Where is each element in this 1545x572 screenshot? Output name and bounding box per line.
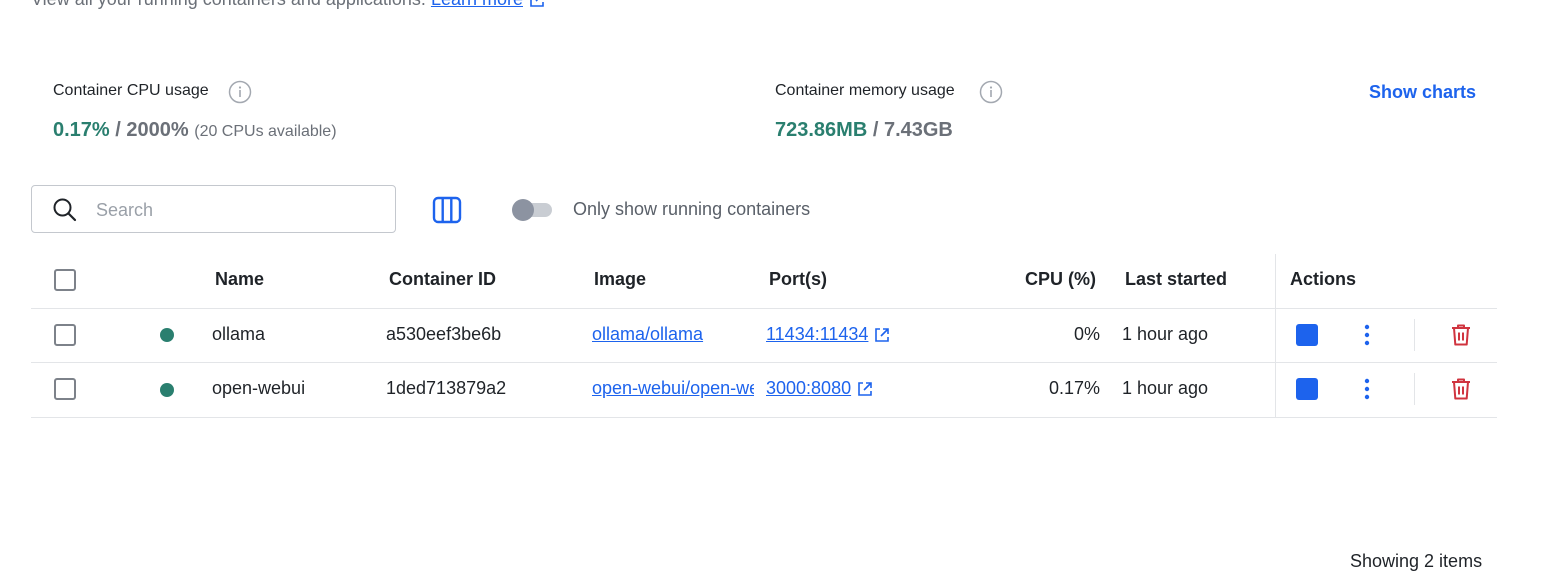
- external-link-icon[interactable]: [856, 380, 874, 398]
- more-options-icon[interactable]: [1363, 324, 1371, 346]
- running-only-label: Only show running containers: [573, 199, 811, 219]
- status-running-dot: [160, 328, 174, 342]
- row-checkbox[interactable]: [54, 324, 76, 346]
- image-link[interactable]: ollama/ollama: [592, 324, 703, 344]
- cpu-value: 0%: [1073, 324, 1100, 344]
- container-id: 1ded713879a2: [386, 378, 507, 398]
- cpu-usage-label: Container CPU usage: [53, 82, 209, 99]
- status-running-dot: [160, 383, 174, 397]
- memory-used: 723.86MB: [775, 119, 868, 141]
- more-options-icon[interactable]: [1363, 378, 1371, 400]
- stop-button[interactable]: [1296, 378, 1318, 400]
- memory-separator: /: [867, 119, 884, 141]
- column-header-actions: Actions: [1290, 269, 1357, 289]
- table-bottom-border: [31, 417, 1497, 418]
- select-all-checkbox[interactable]: [54, 269, 76, 291]
- port-cell: 11434:11434: [766, 324, 891, 345]
- search-box[interactable]: [31, 185, 396, 233]
- last-started: 1 hour ago: [1122, 378, 1209, 398]
- image-link[interactable]: open-webui/open-webui: [592, 378, 754, 398]
- show-charts-button[interactable]: Show charts: [1369, 82, 1476, 103]
- cpu-value: 0.17%: [1048, 378, 1100, 398]
- running-only-toggle[interactable]: [512, 198, 554, 222]
- actions-separator: [1414, 319, 1415, 351]
- columns-icon[interactable]: [430, 195, 464, 225]
- memory-total: 7.43GB: [883, 119, 953, 141]
- row-checkbox[interactable]: [54, 378, 76, 400]
- actions-column-divider: [1275, 254, 1276, 417]
- cpu-separator: /: [109, 119, 127, 141]
- column-header-container-id[interactable]: Container ID: [389, 269, 496, 290]
- cpu-total: 2000%: [126, 119, 189, 141]
- delete-icon[interactable]: [1450, 323, 1472, 347]
- header-divider: [31, 308, 1497, 309]
- row-divider: [31, 362, 1497, 363]
- actions-separator: [1414, 373, 1415, 405]
- cpu-used: 0.17%: [53, 119, 110, 141]
- column-header-last-started[interactable]: Last started: [1125, 269, 1227, 290]
- toggle-knob: [512, 199, 534, 221]
- page-subtitle: View all your running containers and app…: [31, 0, 546, 10]
- external-link-icon[interactable]: [873, 326, 891, 344]
- items-count: Showing 2 items: [1350, 551, 1483, 571]
- port-cell: 3000:8080: [766, 378, 874, 399]
- column-header-name[interactable]: Name: [215, 269, 264, 290]
- port-link[interactable]: 11434:11434: [766, 324, 868, 344]
- subtitle-text: View all your running containers and app…: [31, 0, 426, 9]
- last-started: 1 hour ago: [1122, 324, 1209, 344]
- cpu-info-icon[interactable]: [228, 80, 252, 104]
- column-header-cpu[interactable]: CPU (%): [1025, 269, 1096, 290]
- memory-usage-label: Container memory usage: [775, 82, 955, 99]
- container-name[interactable]: ollama: [212, 324, 265, 345]
- external-link-icon: [530, 0, 544, 8]
- container-name[interactable]: open-webui: [212, 378, 305, 399]
- container-id: a530eef3be6b: [386, 324, 502, 344]
- search-input[interactable]: [94, 196, 388, 224]
- learn-more-link[interactable]: Learn more: [431, 0, 523, 9]
- memory-usage-value: 723.86MB / 7.43GB: [775, 119, 953, 142]
- port-link[interactable]: 3000:8080: [766, 378, 851, 398]
- memory-info-icon[interactable]: [979, 80, 1003, 104]
- cpu-usage-value: 0.17% / 2000% (20 CPUs available): [53, 119, 337, 142]
- cpu-note: (20 CPUs available): [194, 123, 337, 140]
- column-header-ports[interactable]: Port(s): [769, 269, 827, 290]
- delete-icon[interactable]: [1450, 377, 1472, 401]
- search-icon: [53, 198, 77, 222]
- stop-button[interactable]: [1296, 324, 1318, 346]
- column-header-image[interactable]: Image: [594, 269, 646, 290]
